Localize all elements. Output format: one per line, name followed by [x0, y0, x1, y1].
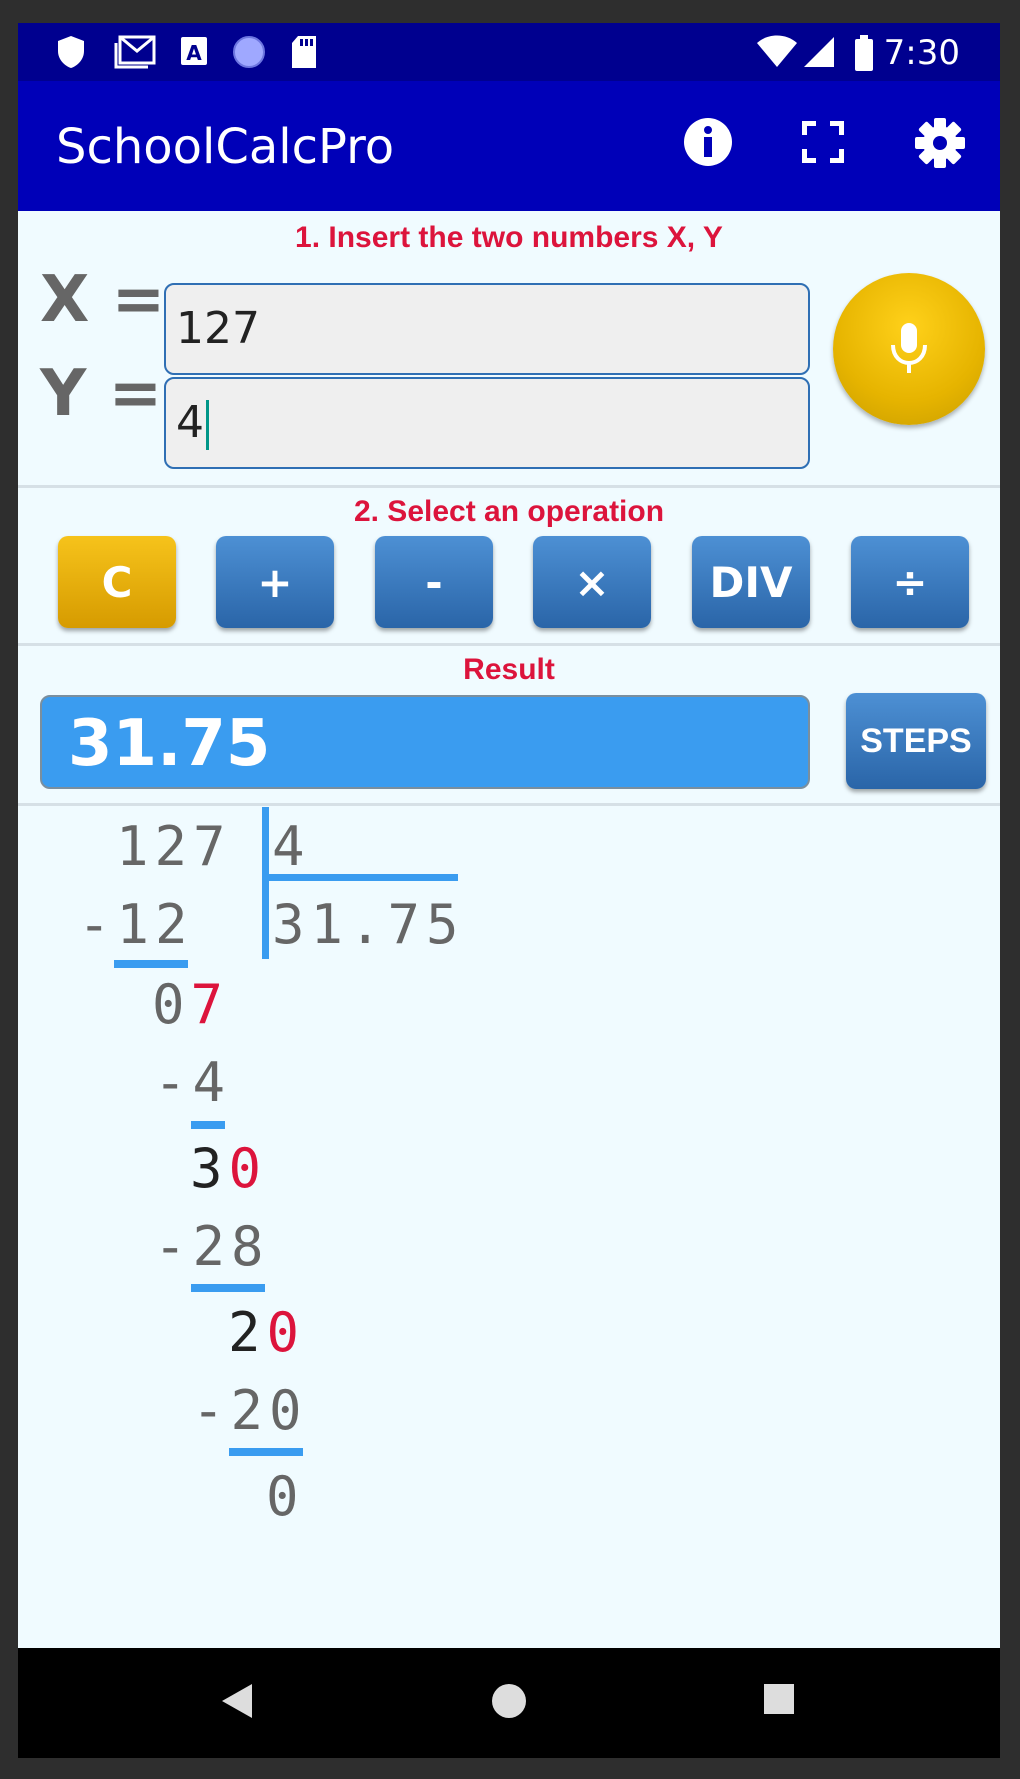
text-cursor: [206, 400, 209, 450]
text-a-icon: A: [181, 37, 207, 65]
x-input-value: 127: [176, 303, 260, 354]
back-icon[interactable]: [220, 1682, 254, 1720]
main-content: 1. Insert the two numbers X, Y X = 127 Y…: [18, 211, 1000, 1648]
recents-icon[interactable]: [762, 1682, 796, 1716]
navigation-bar: [18, 1648, 1000, 1758]
result-display: 31.75: [40, 695, 810, 789]
battery-icon: [855, 35, 873, 71]
app-bar: SchoolCalcPro: [18, 81, 1000, 211]
voice-input-button[interactable]: [833, 273, 985, 425]
step-remainder: 30: [190, 1137, 268, 1200]
final-remainder: 0: [266, 1465, 305, 1528]
divider: [18, 485, 1000, 488]
divide-button[interactable]: ÷: [851, 536, 969, 628]
status-time: 7:30: [883, 33, 960, 73]
divisor: 4: [272, 815, 311, 878]
result-value: 31.75: [68, 707, 271, 781]
clear-button[interactable]: C: [58, 536, 176, 628]
microphone-icon: [891, 323, 927, 373]
y-label: Y =: [40, 357, 163, 431]
y-input-value: 4: [176, 397, 204, 448]
step-underline: [191, 1121, 225, 1129]
phone-screen: A 7:30 SchoolCalcPro 1. Insert the two n…: [18, 23, 1000, 1758]
gmail-icon: [114, 35, 156, 69]
integer-div-button[interactable]: DIV: [692, 536, 810, 628]
svg-text:A: A: [186, 41, 202, 65]
add-button[interactable]: +: [216, 536, 334, 628]
status-bar: A 7:30: [18, 23, 1000, 81]
quotient: 31.75: [272, 893, 465, 956]
shield-icon: [58, 36, 84, 68]
step-remainder: 20: [228, 1301, 306, 1364]
divider: [18, 643, 1000, 646]
steps-button[interactable]: STEPS: [846, 693, 986, 789]
wifi-icon: [757, 35, 797, 67]
step-subtrahend: -20: [192, 1379, 308, 1442]
step-subtrahend: -28: [154, 1215, 270, 1278]
result-label: Result: [463, 653, 555, 686]
step-underline: [191, 1284, 265, 1292]
app-title: SchoolCalcPro: [56, 119, 395, 175]
insert-numbers-label: 1. Insert the two numbers X, Y: [295, 221, 723, 254]
fullscreen-icon[interactable]: [802, 121, 844, 163]
sd-card-icon: [292, 36, 316, 68]
x-label: X =: [40, 263, 166, 337]
y-input[interactable]: 4: [164, 377, 810, 469]
signal-icon: [804, 37, 834, 67]
division-bar-vertical: [262, 807, 269, 959]
gear-icon[interactable]: [914, 117, 966, 169]
divider: [18, 803, 1000, 806]
x-input[interactable]: 127: [164, 283, 810, 375]
circle-icon: [233, 36, 265, 68]
step-underline: [229, 1448, 303, 1456]
home-icon[interactable]: [490, 1682, 528, 1720]
step-subtrahend: -4: [154, 1051, 232, 1114]
dividend: 127: [116, 815, 232, 878]
info-icon[interactable]: [683, 117, 733, 167]
subtract-button[interactable]: -: [375, 536, 493, 628]
select-operation-label: 2. Select an operation: [353, 495, 665, 528]
step-subtrahend: -12: [78, 893, 194, 956]
multiply-button[interactable]: ×: [533, 536, 651, 628]
step-remainder: 07: [152, 973, 230, 1036]
step-underline: [114, 960, 188, 968]
